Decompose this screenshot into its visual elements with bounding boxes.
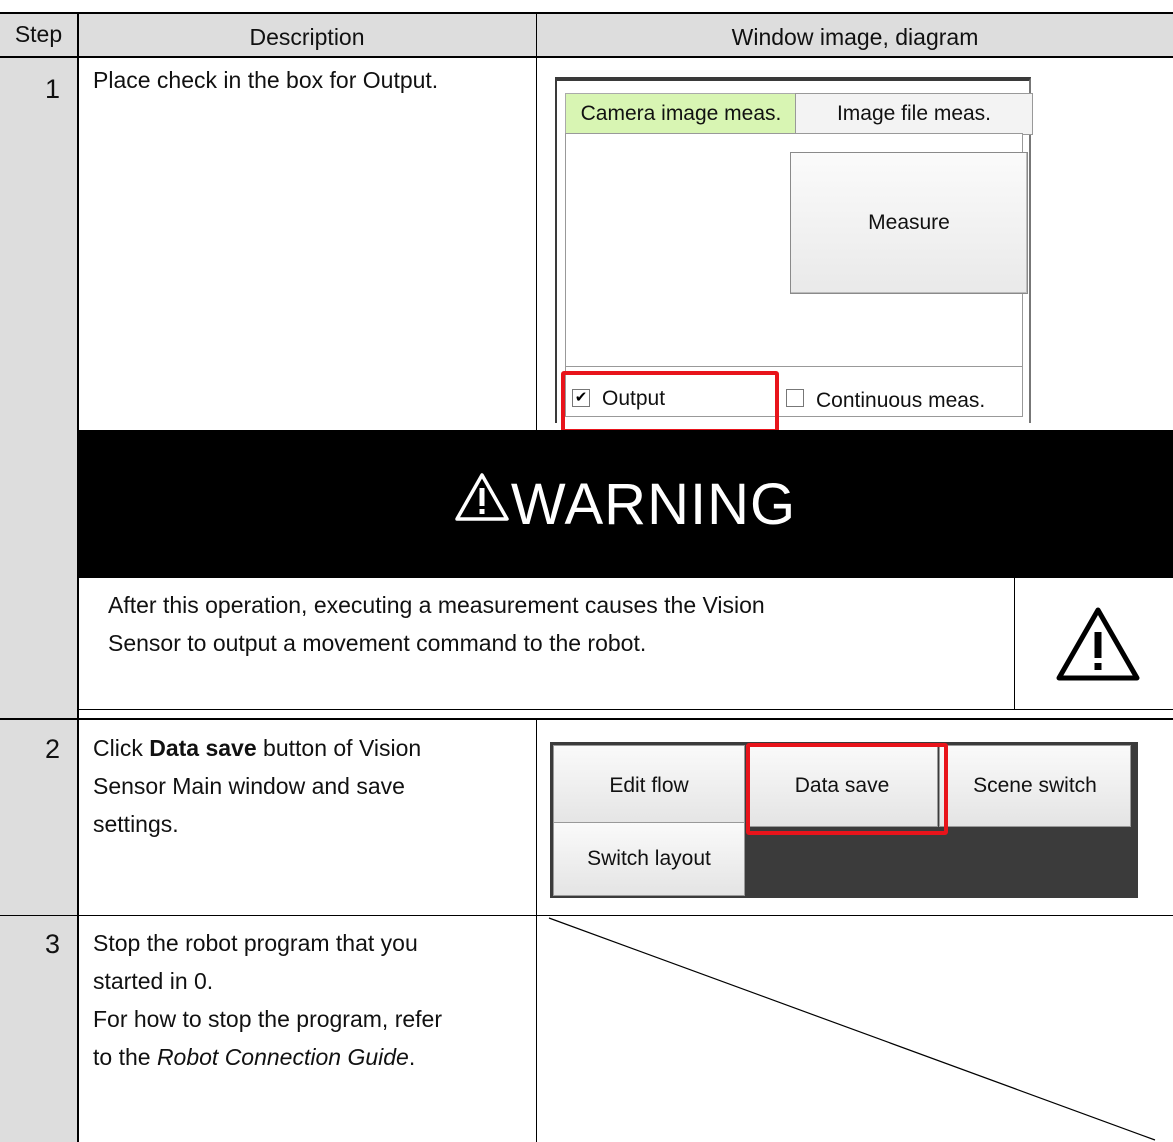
- output-highlight-box: [561, 371, 779, 433]
- step-number-2: 2: [44, 734, 60, 764]
- warning-icon-divider: [1014, 578, 1015, 709]
- data-save-highlight-box: [746, 743, 948, 835]
- warning-text-line-1: After this operation, executing a measur…: [108, 592, 765, 618]
- col-divider-desc-top: [536, 12, 537, 430]
- header-description: Description: [249, 24, 365, 50]
- warning-title-text: WARNING: [510, 471, 797, 537]
- step3-description-line-4: to the Robot Connection Guide.: [93, 1038, 415, 1076]
- row-divider-1b: [0, 718, 1173, 720]
- row-divider-1: [77, 709, 1173, 710]
- step2-desc-bold: Data save: [149, 735, 257, 761]
- step3-description-line-2: started in 0.: [93, 968, 214, 994]
- panel-separator: [566, 366, 1022, 367]
- warning-title: WARNING: [78, 430, 1173, 578]
- main-window-toolbar-screenshot: Edit flow Data save Scene switch Switch …: [550, 742, 1138, 898]
- top-border: [0, 12, 1173, 14]
- warning-triangle-icon: [455, 473, 509, 521]
- step2-desc-rest: button of Vision: [256, 735, 422, 761]
- warning-banner: WARNING: [78, 430, 1173, 578]
- continuous-meas-checkbox[interactable]: [786, 389, 804, 407]
- scene-switch-button[interactable]: Scene switch: [939, 745, 1131, 827]
- step2-desc-prefix: Click: [93, 735, 150, 761]
- header-bottom-border: [0, 56, 1173, 58]
- step-number-1: 1: [44, 74, 60, 104]
- warning-triangle-icon: [1056, 607, 1140, 681]
- step2-description-line-2: Sensor Main window and save: [93, 773, 405, 799]
- step-number-3: 3: [44, 929, 60, 959]
- header-step: Step: [14, 21, 63, 47]
- continuous-meas-label: Continuous meas.: [816, 389, 986, 412]
- switch-layout-button[interactable]: Switch layout: [553, 822, 745, 896]
- robot-connection-guide-reference: Robot Connection Guide: [156, 1044, 409, 1070]
- header-window-image: Window image, diagram: [731, 24, 979, 50]
- step-column-bg: [0, 57, 77, 1142]
- step3-description-line-1: Stop the robot program that you: [93, 930, 418, 956]
- warning-text-line-2: Sensor to output a movement command to t…: [108, 630, 647, 656]
- tab-image-file-meas[interactable]: Image file meas.: [795, 93, 1033, 135]
- step2-description-line-3: settings.: [93, 811, 179, 837]
- edit-flow-button[interactable]: Edit flow: [553, 745, 745, 827]
- tab-camera-image-meas[interactable]: Camera image meas.: [565, 93, 797, 134]
- step3-desc-prefix: to the: [93, 1044, 157, 1070]
- measurement-panel-screenshot: Camera image meas. Image file meas. Meas…: [555, 77, 1033, 433]
- step3-desc-suffix: .: [408, 1044, 416, 1070]
- empty-cell-diagonal: [548, 917, 1156, 1141]
- step3-description-line-3: For how to stop the program, refer: [93, 1006, 442, 1032]
- measure-button[interactable]: Measure: [790, 152, 1028, 294]
- step2-description-line-1: Click Data save button of Vision: [93, 729, 421, 767]
- step1-description: Place check in the box for Output.: [93, 67, 439, 93]
